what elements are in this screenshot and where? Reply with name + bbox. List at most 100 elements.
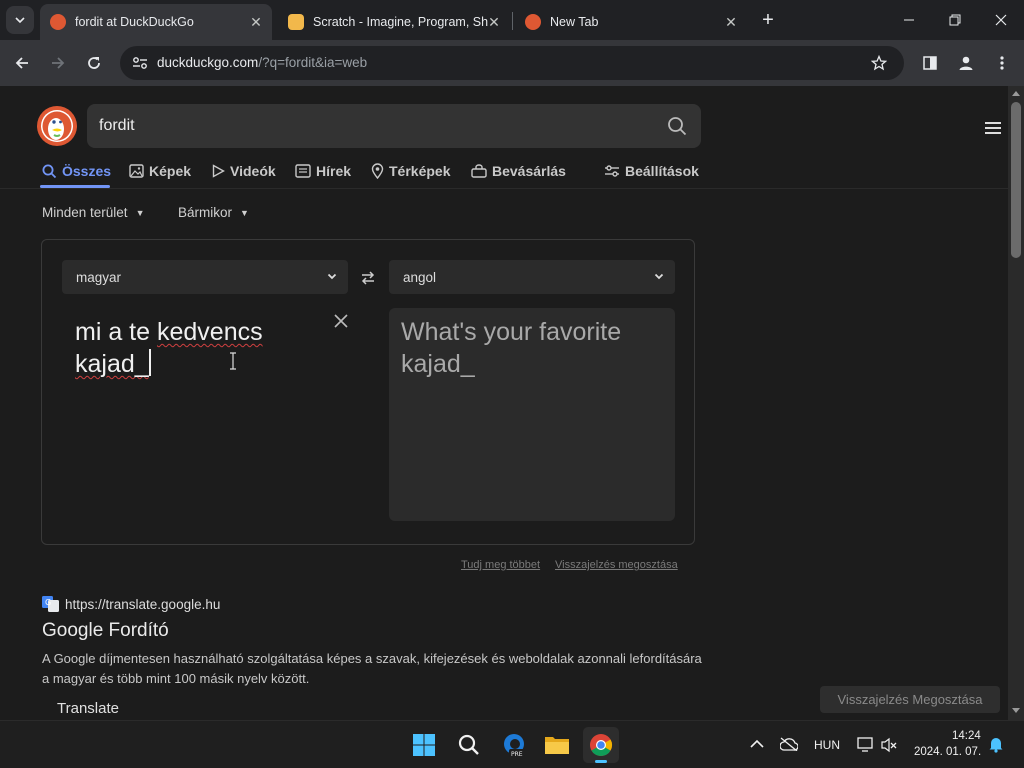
web-page: Összes Képek Videók Hírek Térképek Bevás… (0, 86, 1008, 720)
tab-strip: fordit at DuckDuckGo ✕ Scratch - Imagine… (0, 0, 1024, 40)
tab-maps[interactable]: Térképek (371, 160, 450, 182)
google-translate-favicon-icon: G (42, 596, 59, 612)
scroll-up-arrow-icon[interactable] (1012, 90, 1020, 96)
forward-button[interactable] (43, 48, 73, 78)
running-indicator (595, 760, 607, 763)
tab-settings[interactable]: Beállítások (604, 160, 699, 182)
file-explorer-app[interactable] (539, 727, 575, 763)
source-text-input[interactable]: mi a te kedvencs kajad_ (75, 316, 315, 380)
search-icon (42, 164, 57, 178)
scroll-thumb[interactable] (1011, 102, 1021, 258)
duckduckgo-logo[interactable] (36, 105, 78, 147)
back-button[interactable] (7, 48, 37, 78)
volume-muted-icon[interactable] (880, 737, 898, 753)
edge-icon: PRE (504, 734, 525, 758)
tab-divider (512, 12, 513, 30)
cloud-off-icon[interactable] (780, 737, 798, 751)
reload-icon (88, 57, 100, 69)
tab-scratch[interactable]: Scratch - Imagine, Program, Sha ✕ (278, 4, 510, 40)
chevron-up-icon[interactable] (750, 739, 764, 749)
result-url: https://translate.google.hu (65, 596, 221, 612)
tab-shopping[interactable]: Bevásárlás (471, 160, 566, 182)
swap-languages-icon[interactable] (360, 270, 376, 286)
restore-icon (949, 14, 961, 26)
learn-more-link[interactable]: Tudj meg többet (461, 559, 540, 571)
url-text: duckduckgo.com/?q=fordit&ia=web (157, 55, 368, 70)
tab-images[interactable]: Képek (129, 160, 191, 182)
news-icon (295, 164, 311, 178)
tab-duckduckgo[interactable]: fordit at DuckDuckGo ✕ (40, 4, 272, 40)
map-pin-icon (371, 163, 384, 179)
profile-button[interactable] (951, 48, 981, 78)
feedback-button[interactable]: Visszajelzés Megosztása (820, 686, 1000, 713)
ddg-header: Összes Képek Videók Hírek Térképek Bevás… (0, 86, 1008, 189)
target-language-select[interactable]: angol (389, 260, 675, 294)
result-title-link[interactable]: Google Fordító (42, 620, 169, 642)
share-feedback-link[interactable]: Visszajelzés megosztása (555, 559, 678, 571)
tab-title: Scratch - Imagine, Program, Sha (313, 15, 488, 29)
search-box (87, 104, 701, 148)
translation-output-panel: What's your favorite kajad_ (389, 308, 675, 521)
scroll-down-arrow-icon[interactable] (1012, 708, 1020, 714)
tab-label: Videók (230, 163, 276, 179)
network-icon[interactable] (857, 737, 875, 753)
taskbar-search-button[interactable] (451, 727, 487, 763)
translator-widget: magyar angol mi a te kedvencs kajad_ Wha… (41, 239, 695, 545)
arrow-right-icon (52, 57, 65, 69)
caret-down-icon: ▼ (135, 207, 145, 218)
tab-videos[interactable]: Videók (211, 160, 276, 182)
time-filter[interactable]: Bármikor ▼ (178, 205, 249, 220)
edge-beta-app[interactable]: PRE (496, 727, 532, 763)
shopping-bag-icon (471, 164, 487, 178)
new-tab-button[interactable]: + (754, 6, 782, 34)
result-sitelink[interactable]: Translate (57, 700, 119, 717)
reload-button[interactable] (79, 48, 109, 78)
tab-label: Beállítások (625, 163, 699, 179)
result-source[interactable]: G https://translate.google.hu (42, 596, 220, 612)
page-scrollbar[interactable] (1008, 86, 1024, 720)
restore-button[interactable] (941, 6, 969, 34)
clock-time[interactable]: 14:24 (952, 730, 981, 742)
text-cursor-icon (230, 352, 236, 370)
clock-date[interactable]: 2024. 01. 07. (914, 746, 981, 758)
minimize-button[interactable] (895, 6, 923, 34)
translation-output-text: What's your favorite kajad_ (401, 318, 622, 378)
bookmark-star-icon[interactable] (871, 55, 887, 71)
tab-news[interactable]: Hírek (295, 160, 351, 182)
search-icon[interactable] (667, 116, 687, 136)
chrome-menu-button[interactable] (987, 48, 1017, 78)
search-input[interactable] (99, 114, 659, 138)
tab-new-tab[interactable]: New Tab ✕ (515, 4, 747, 40)
chevron-down-icon (654, 273, 664, 280)
scratch-favicon-icon (288, 14, 304, 30)
source-language-select[interactable]: magyar (62, 260, 348, 294)
tab-search-button[interactable] (6, 6, 34, 34)
side-panel-button[interactable] (915, 48, 945, 78)
tab-title: fordit at DuckDuckGo (75, 15, 194, 29)
start-button[interactable] (406, 727, 442, 763)
input-language-indicator[interactable]: HUN (814, 738, 840, 752)
tab-label: Bevásárlás (492, 163, 566, 179)
target-language-label: angol (403, 269, 437, 285)
close-tab-icon[interactable]: ✕ (486, 14, 502, 30)
duckduckgo-favicon-icon (50, 14, 66, 30)
clear-text-icon[interactable] (332, 312, 350, 330)
address-bar[interactable]: duckduckgo.com/?q=fordit&ia=web (120, 46, 904, 80)
tab-label: Hírek (316, 163, 352, 179)
hamburger-menu-icon[interactable] (985, 121, 1001, 135)
misspelled-word: kajad_ (75, 350, 149, 378)
close-tab-icon[interactable]: ✕ (248, 14, 264, 30)
close-window-button[interactable] (987, 6, 1015, 34)
profile-icon (959, 56, 973, 70)
chrome-app[interactable] (583, 727, 619, 763)
close-tab-icon[interactable]: ✕ (723, 14, 739, 30)
notification-bell-icon[interactable] (988, 736, 1004, 753)
region-filter[interactable]: Minden terület ▼ (42, 205, 144, 220)
arrow-left-icon (15, 57, 28, 69)
duckduckgo-favicon-icon (525, 14, 541, 30)
browser-toolbar: duckduckgo.com/?q=fordit&ia=web (0, 40, 1024, 86)
tab-all[interactable]: Összes (42, 160, 111, 182)
text-caret (148, 349, 151, 376)
windows-logo-icon (413, 734, 435, 756)
site-settings-icon[interactable] (132, 56, 148, 70)
